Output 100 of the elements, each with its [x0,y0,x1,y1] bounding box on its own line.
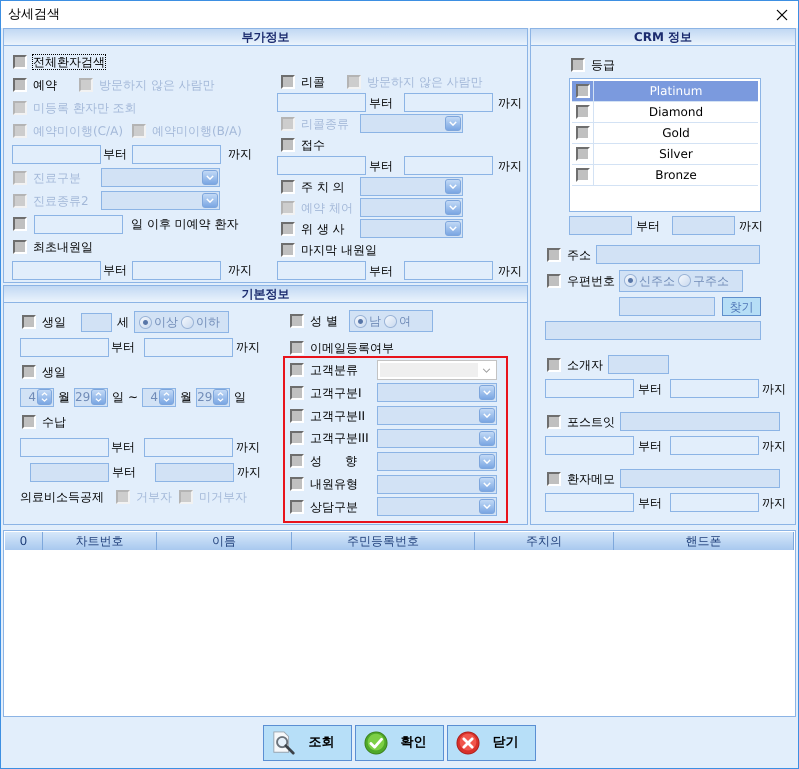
range-label: 까지 [236,441,260,453]
input-field[interactable] [132,144,221,164]
range-label: 부터 [111,341,135,353]
checkbox-label: 예약미이행(B/A) [151,123,243,140]
checkbox[interactable] [281,180,295,194]
input-field[interactable] [132,260,221,280]
input-field[interactable] [144,438,233,456]
checkbox[interactable] [281,138,295,152]
checkbox[interactable] [22,365,36,379]
checkbox-label: 예약 [32,76,58,93]
checkbox[interactable] [281,74,295,88]
column-header[interactable]: 이름 [157,532,292,550]
date-range-label: 일 [112,391,124,403]
input-field[interactable] [404,261,493,280]
input-field[interactable] [144,338,233,356]
checkbox[interactable] [13,78,27,92]
column-header[interactable]: 차트번호 [43,532,157,550]
date-range-label: 월 [58,391,70,403]
checkbox[interactable] [281,242,295,256]
panel-title: 부가정보 [242,31,290,43]
checkbox-label: 고객구분I [309,384,363,401]
checkbox[interactable] [22,415,36,429]
checkbox-label: 접수 [300,136,326,152]
checkbox[interactable] [290,340,304,354]
deduction-label: 의료비소득공제 [20,491,104,503]
list-row[interactable]: Silver [572,144,758,165]
checkbox[interactable] [290,477,304,492]
checkbox[interactable] [13,217,27,232]
checkbox[interactable] [290,408,304,423]
checkbox[interactable] [576,84,590,98]
input-field[interactable] [545,436,634,455]
checkbox[interactable] [290,363,304,377]
checkbox-label: 소개자 [566,356,604,372]
window-title: 상세검색 [8,8,60,21]
dropdown[interactable] [377,360,497,380]
checkbox[interactable] [290,431,304,446]
input-field[interactable] [20,438,109,456]
input-field[interactable] [670,493,759,512]
column-header[interactable]: 0 [5,532,43,550]
checkbox[interactable] [576,168,590,182]
search-button[interactable]: 조회 [263,724,352,760]
checkbox[interactable] [547,414,561,428]
checkbox[interactable] [22,315,36,329]
input-field[interactable] [404,156,493,175]
checkbox[interactable] [547,274,561,288]
input-field[interactable] [277,261,366,280]
list-row[interactable]: Bronze [572,165,758,186]
checkbox[interactable] [13,54,27,68]
checkbox-label: 이메일등록여부 [309,340,395,356]
input-field[interactable] [670,379,759,398]
list-row[interactable]: Diamond [572,102,758,123]
checkbox[interactable] [290,454,304,468]
list-item-label: Platinum [648,83,704,100]
checkbox[interactable] [13,240,27,254]
checkbox[interactable] [281,222,295,236]
checkbox[interactable] [547,248,561,262]
range-label: 까지 [739,220,763,232]
input-field[interactable] [277,93,366,112]
radio-label: 이하 [196,316,220,328]
close-button[interactable]: 닫기 [447,724,536,760]
checkbox-label: 우편번호 [566,272,616,288]
checkbox[interactable] [571,58,585,72]
checkbox[interactable] [547,472,561,486]
checkbox-label: 수납 [41,414,67,430]
column-header[interactable]: 핸드폰 [614,532,794,550]
checkbox-label: 고객구분III [309,430,370,446]
input-field[interactable] [20,338,109,356]
checkbox[interactable] [547,358,561,372]
input-field[interactable] [12,144,101,164]
checkbox-label: 예약미이행(C/A) [32,123,124,140]
input-field[interactable] [545,379,634,398]
column-header[interactable]: 주민등록번호 [292,532,475,550]
checkbox[interactable] [576,126,590,140]
list-item-label: Diamond [648,104,704,121]
input-field[interactable] [277,156,366,175]
list-row[interactable]: Gold [572,123,758,144]
input-field[interactable] [12,260,101,280]
range-label: 부터 [638,382,662,394]
checkbox-label: 성 향 [309,453,358,470]
column-header[interactable]: 주치의 [475,532,614,550]
confirm-button[interactable]: 확인 [355,724,444,760]
checkbox[interactable] [290,386,304,400]
checkbox[interactable] [576,147,590,161]
chevron-down-icon [479,430,495,446]
range-label: 부터 [369,264,393,276]
range-label: 까지 [498,160,522,172]
input-field[interactable] [404,93,493,112]
checkbox-label: 상담구분 [309,498,359,515]
checkbox[interactable] [290,314,304,328]
input-field[interactable] [670,436,759,455]
spin-arrows-icon [91,389,106,405]
chevron-down-icon [445,200,461,215]
input-field[interactable] [545,493,634,512]
chevron-down-icon [202,193,218,208]
date-range-label: ~ [128,391,138,403]
close-icon[interactable] [776,8,788,20]
checkbox[interactable] [576,105,590,119]
input-field[interactable] [34,214,123,234]
checkbox[interactable] [290,500,304,514]
list-item-label: Gold [661,125,691,142]
